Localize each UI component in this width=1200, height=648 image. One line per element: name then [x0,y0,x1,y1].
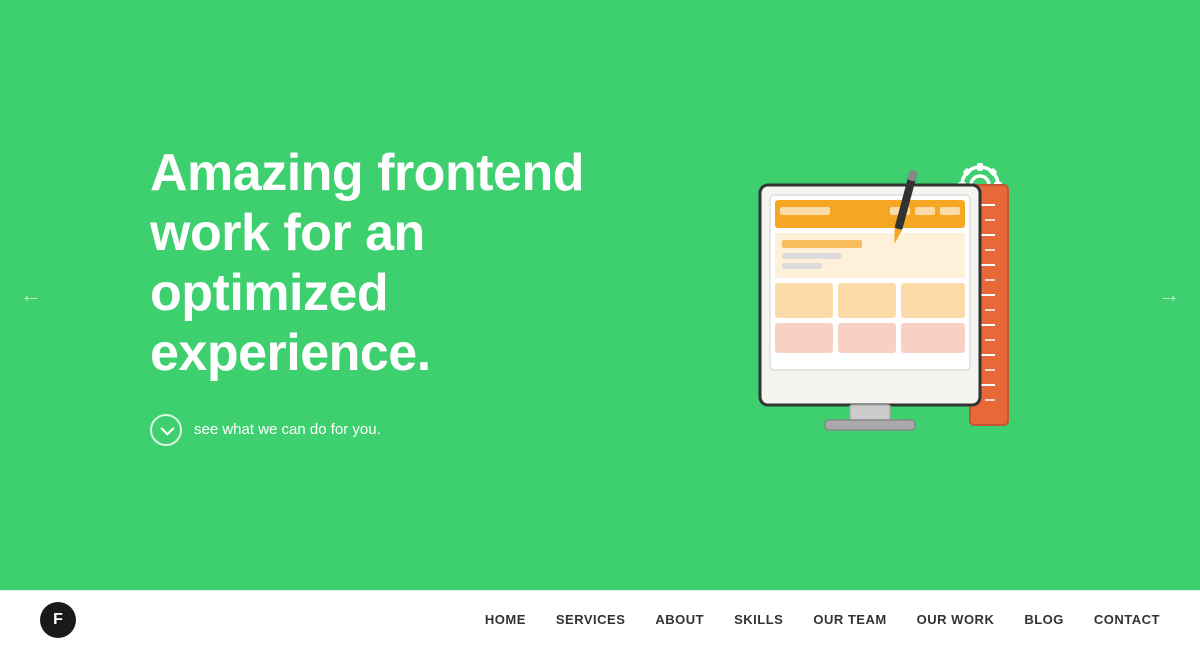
hero-section: ← → Amazing frontend work for an optimiz… [0,0,1200,590]
nav-link-about[interactable]: ABOUT [655,612,704,627]
prev-arrow[interactable]: ← [20,282,42,308]
nav-link-services[interactable]: SERVICES [556,612,626,627]
hero-illustration [710,125,1050,465]
nav-link-home[interactable]: HOME [485,612,526,627]
nav-link-our-work[interactable]: OUR WORK [917,612,995,627]
hero-text: Amazing frontend work for an optimized e… [150,144,630,445]
nav-links: HOME SERVICES ABOUT SKILLS OUR TEAM OUR WORK B… [485,612,1160,627]
nav-link-blog[interactable]: BLOG [1024,612,1064,627]
hero-content: Amazing frontend work for an optimized e… [150,125,1050,465]
nav-link-skills[interactable]: SKILLS [734,612,783,627]
nav-link-contact[interactable]: CONTACT [1094,612,1160,627]
down-arrow-icon [160,421,174,435]
cta-label: see what we can do for you. [194,421,381,438]
hero-cta[interactable]: see what we can do for you. [150,414,630,446]
navbar: F HOME SERVICES ABOUT SKILLS OUR TEAM OUR WOR… [0,590,1200,648]
nav-link-our-team[interactable]: OUR TEAM [813,612,886,627]
cta-circle-icon [150,414,182,446]
next-arrow[interactable]: → [1158,282,1180,308]
logo[interactable]: F [40,602,76,638]
hero-title: Amazing frontend work for an optimized e… [150,144,630,383]
